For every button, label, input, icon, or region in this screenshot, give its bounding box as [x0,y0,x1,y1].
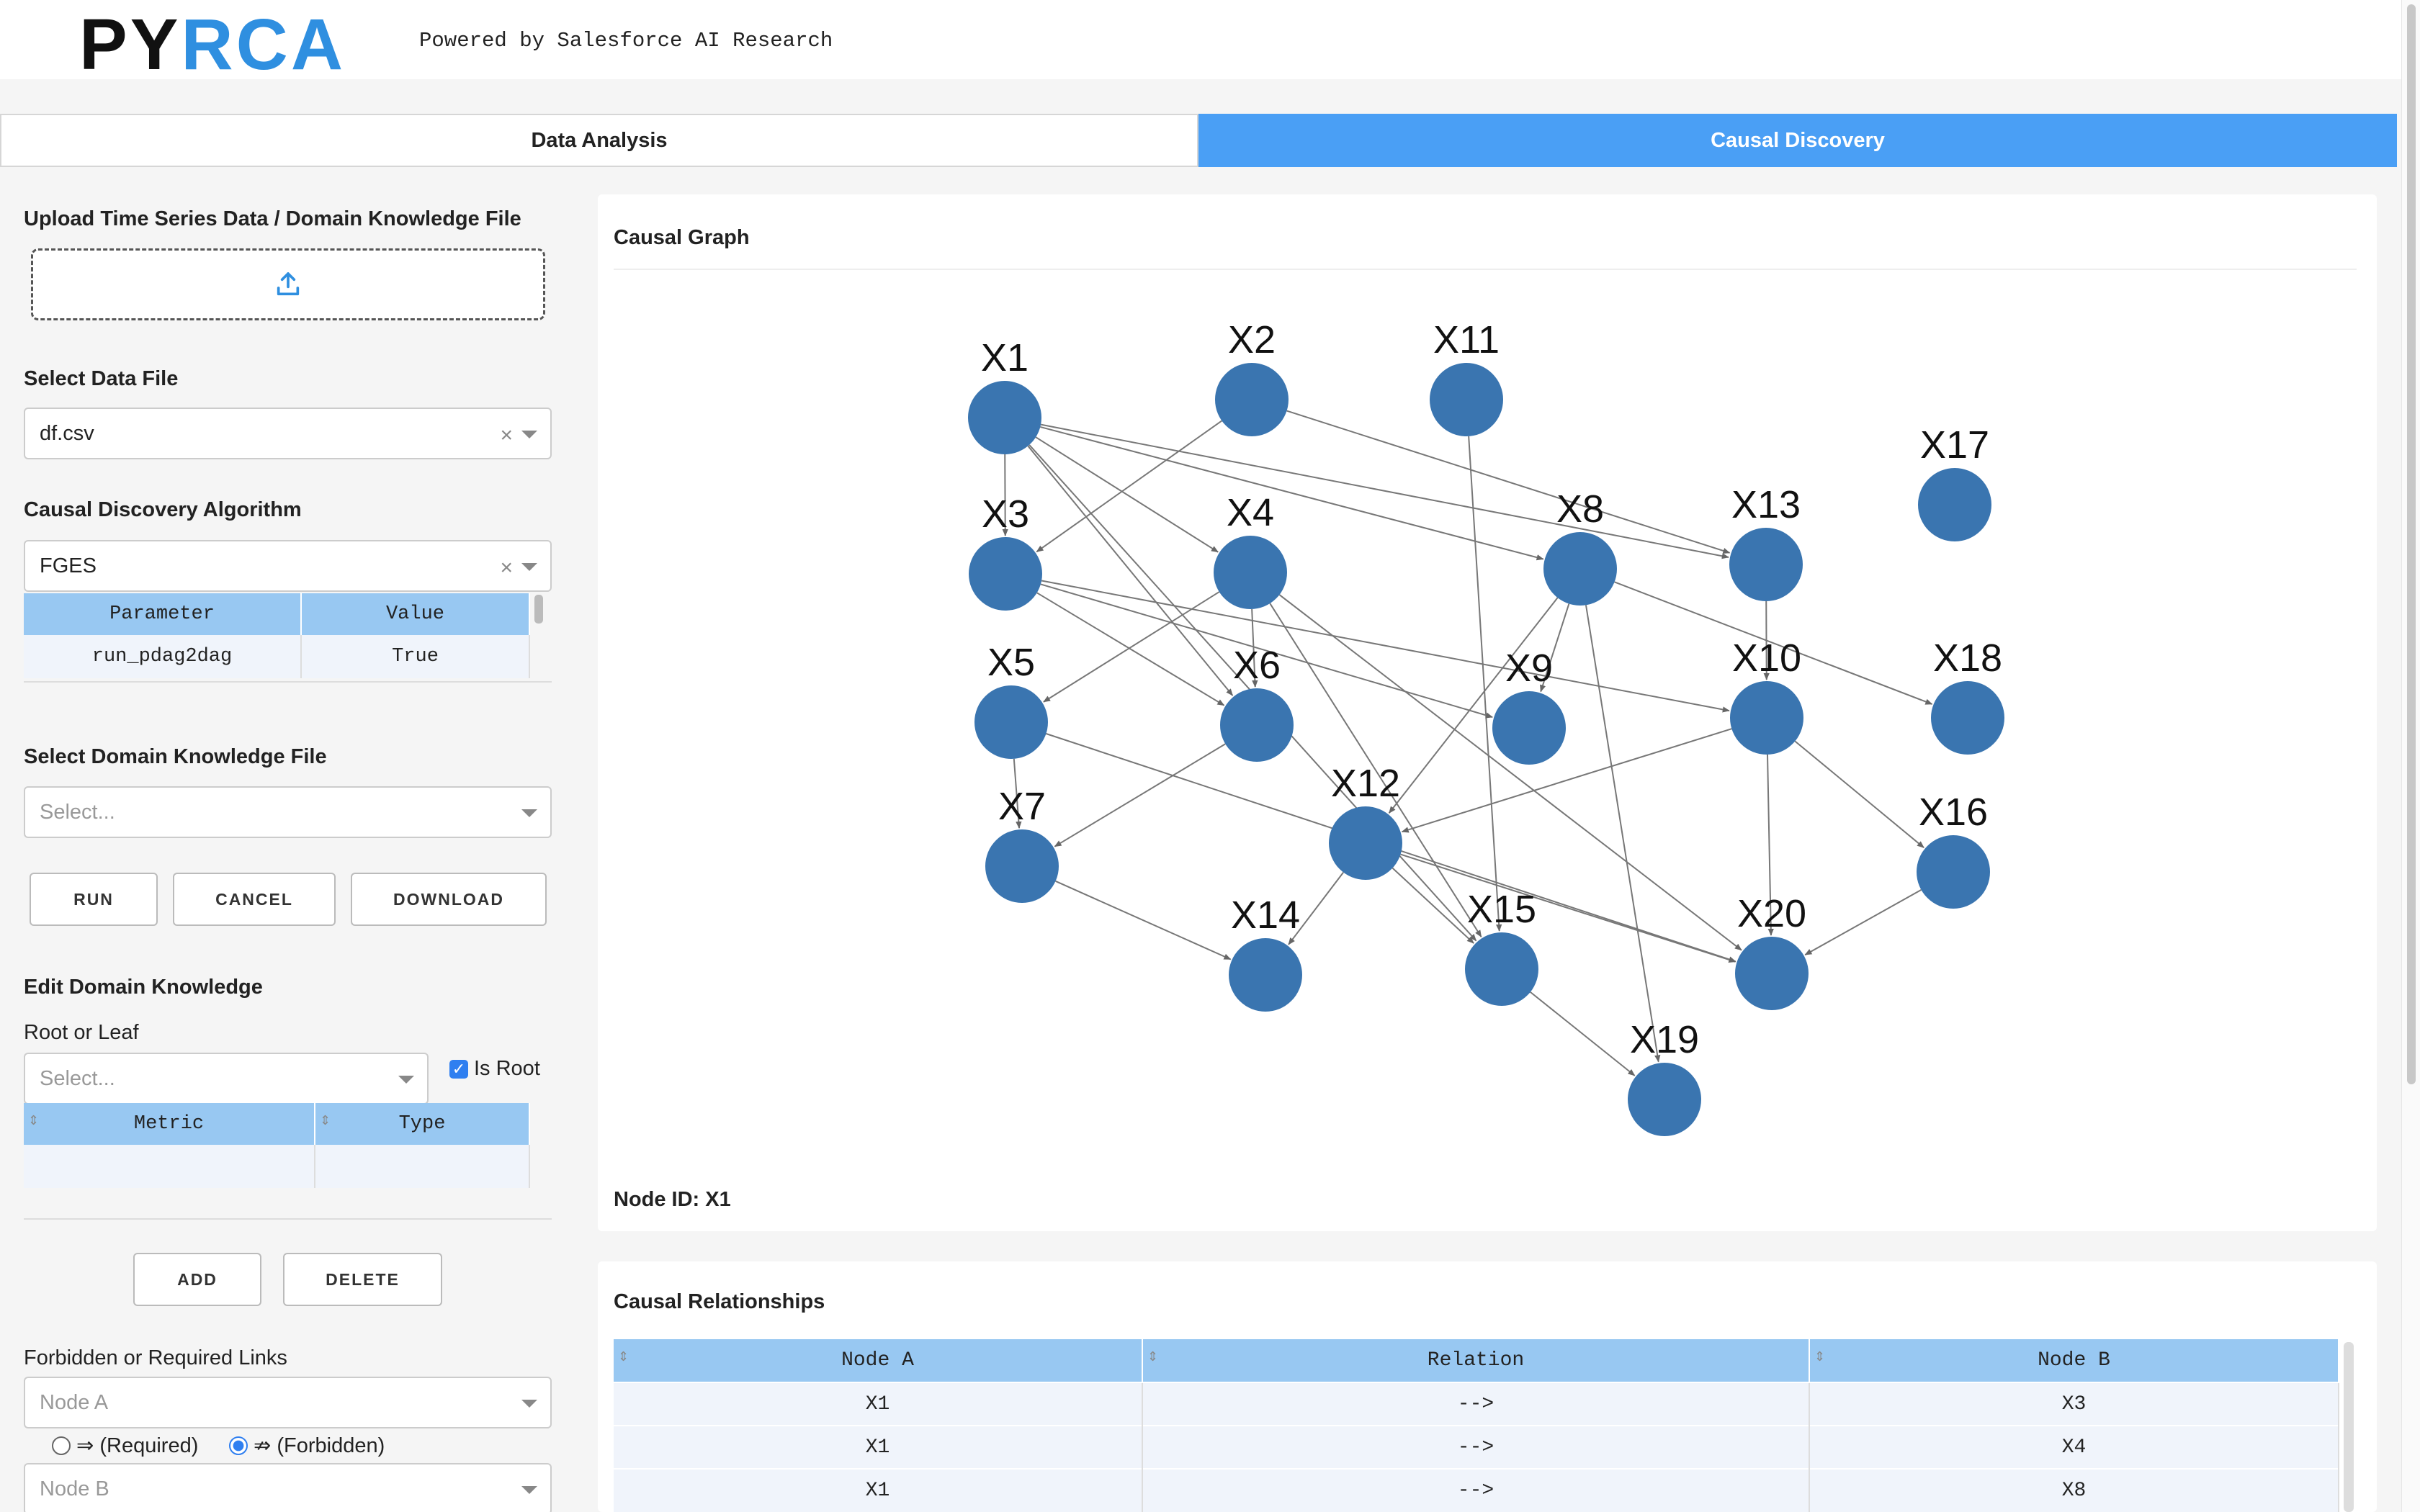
table-row[interactable]: X1 --> X3 [614,1382,2339,1426]
checkmark-icon[interactable]: ✓ [449,1059,468,1079]
scrollbar-thumb[interactable] [2407,4,2416,1084]
chevron-down-icon[interactable] [521,563,537,571]
root-or-leaf-label: Root or Leaf [24,1021,139,1044]
param-value-cell[interactable]: True [301,635,530,678]
relation-header[interactable]: ⇕ Relation [1142,1339,1810,1382]
chevron-down-icon[interactable] [521,431,537,438]
param-header: Parameter [24,593,302,635]
tab-data-analysis[interactable]: Data Analysis [0,114,1198,167]
table-row[interactable]: run_pdag2dag True [24,635,530,678]
causal-graph-card: Causal Graph Node ID: X1 [598,194,2377,1231]
algorithm-label: Causal Discovery Algorithm [24,498,302,521]
data-file-label: Select Data File [24,367,179,390]
param-name-cell: run_pdag2dag [24,635,302,678]
type-header: ⇕ Type [315,1103,530,1145]
radio-icon[interactable] [52,1436,71,1455]
node-a-header[interactable]: ⇕ Node A [614,1339,1143,1382]
relationships-table: ⇕ Node A ⇕ Relation ⇕ Node B X1 --> X3 X1 --> X… [614,1339,2339,1512]
delete-button[interactable]: DELETE [283,1253,442,1306]
node-b-select[interactable]: Node B [24,1463,552,1512]
tab-causal-discovery[interactable]: Causal Discovery [1198,114,2397,167]
sort-icon[interactable]: ⇕ [1147,1349,1158,1365]
metric-header: ⇕ Metric [24,1103,315,1145]
node-id-label: Node ID: X1 [614,1188,731,1211]
download-button[interactable]: DOWNLOAD [351,873,547,926]
powered-by-text: Powered by Salesforce AI Research [419,29,833,53]
cancel-button[interactable]: CANCEL [173,873,336,926]
domain-knowledge-label: Select Domain Knowledge File [24,745,327,768]
causal-relationships-title: Causal Relationships [614,1290,825,1313]
table-scrollbar[interactable] [534,595,543,624]
upload-dropzone[interactable] [31,248,545,320]
tab-bar: Data Analysis Causal Discovery [0,114,2397,167]
relationships-scrollbar[interactable] [2344,1342,2354,1512]
clear-icon[interactable]: × [500,423,513,448]
table-row[interactable] [24,1145,530,1188]
chevron-down-icon[interactable] [521,1486,537,1494]
root-or-leaf-select[interactable]: Select... [24,1053,429,1104]
sort-icon[interactable]: ⇕ [320,1113,331,1129]
clear-icon[interactable]: × [500,556,513,580]
node-a-select[interactable]: Node A [24,1377,552,1428]
forbidden-radio[interactable]: ⇏ (Forbidden) [229,1433,385,1458]
is-root-checkbox[interactable]: ✓ Is Root [449,1057,540,1081]
page-scrollbar[interactable] [2401,0,2420,1512]
parameter-table: Parameter Value run_pdag2dag True [24,593,530,678]
sort-icon[interactable]: ⇕ [618,1349,629,1365]
chevron-down-icon[interactable] [521,1400,537,1408]
table-divider [24,681,552,683]
pyrca-logo: PYRCA [79,4,346,85]
node-b-header[interactable]: ⇕ Node B [1809,1339,2339,1382]
chevron-down-icon[interactable] [521,809,537,817]
causal-graph-title: Causal Graph [614,226,750,249]
radio-icon[interactable] [229,1436,248,1455]
upload-icon [277,272,300,296]
sort-icon[interactable]: ⇕ [28,1113,39,1129]
sort-icon[interactable]: ⇕ [1814,1349,1825,1365]
required-radio[interactable]: ⇒ (Required) [52,1433,198,1458]
links-label: Forbidden or Required Links [24,1346,287,1369]
chevron-down-icon[interactable] [398,1076,414,1084]
title-divider [614,269,2357,270]
data-file-select[interactable]: df.csv × [24,408,552,459]
add-button[interactable]: ADD [133,1253,261,1306]
run-button[interactable]: RUN [30,873,158,926]
table-divider [24,1218,552,1220]
value-header: Value [301,593,530,635]
algorithm-select[interactable]: FGES × [24,540,552,592]
domain-knowledge-select[interactable]: Select... [24,786,552,838]
table-row[interactable]: X1 --> X4 [614,1425,2339,1469]
edit-domain-knowledge-label: Edit Domain Knowledge [24,976,263,999]
metric-table: ⇕ Metric ⇕ Type [24,1103,530,1188]
upload-label: Upload Time Series Data / Domain Knowled… [24,207,521,230]
app-header: PYRCA Powered by Salesforce AI Research [0,0,2401,85]
table-row[interactable]: X1 --> X8 [614,1468,2339,1512]
left-control-panel: Upload Time Series Data / Domain Knowled… [0,173,576,1512]
